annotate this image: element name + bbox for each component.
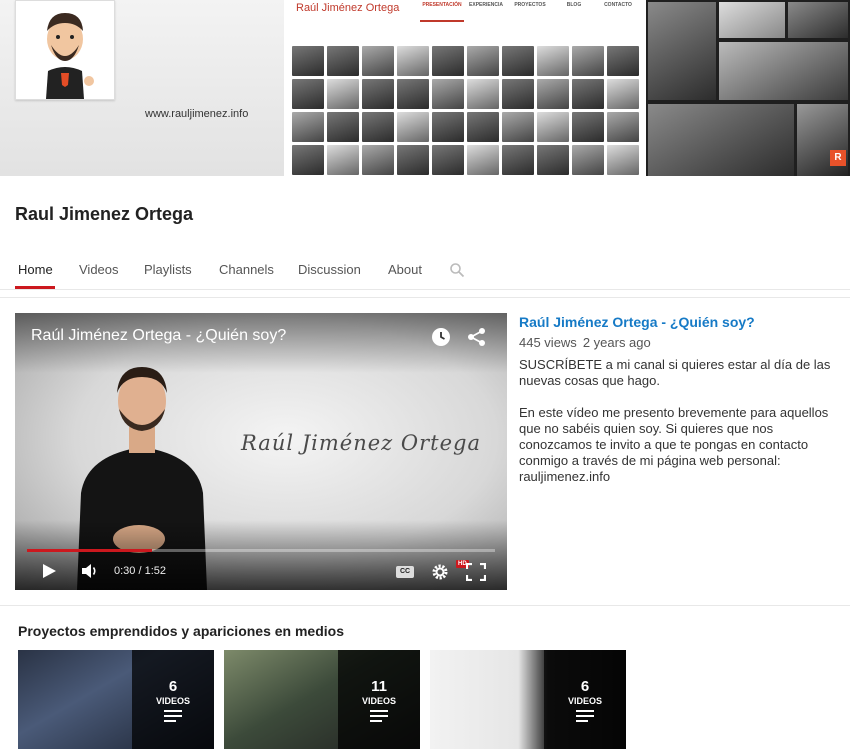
tab-channels[interactable]: Channels: [219, 262, 274, 277]
fullscreen-icon[interactable]: [465, 562, 487, 586]
playlist-card[interactable]: 6 VIDEOS: [18, 650, 214, 749]
play-icon[interactable]: [41, 563, 57, 584]
featured-video-description: SUSCRÍBETE a mi canal si quieres estar a…: [519, 357, 831, 484]
video-progress-bar[interactable]: [27, 549, 495, 552]
banner-photos-right: R: [646, 0, 850, 176]
featured-video-meta: 445 views 2 years ago: [519, 335, 839, 351]
tab-videos[interactable]: Videos: [79, 262, 119, 277]
tab-playlists[interactable]: Playlists: [144, 262, 192, 277]
banner-site-nav-item: CONTACTO: [604, 2, 632, 8]
playlist-videos-label: VIDEOS: [567, 696, 602, 706]
video-progress-fill: [27, 549, 152, 552]
featured-video-info: Raúl Jiménez Ortega - ¿Quién soy? 445 vi…: [519, 313, 839, 485]
active-tab-indicator: [15, 286, 55, 289]
upload-age: 2 years ago: [582, 335, 651, 350]
playlist-icon: [164, 710, 182, 722]
channel-title: Raul Jimenez Ortega: [15, 204, 194, 224]
volume-icon[interactable]: [81, 563, 99, 584]
banner-site-nav-item: PRESENTACIÓN: [420, 2, 464, 22]
playlist-count-overlay: 6 VIDEOS: [544, 650, 626, 749]
banner-url: www.rauljimenez.info: [145, 108, 249, 120]
banner-left-panel: www.rauljimenez.info: [0, 0, 284, 176]
banner-site-title: Raúl Jiménez Ortega: [296, 2, 400, 14]
featured-video-title[interactable]: Raúl Jiménez Ortega - ¿Quién soy?: [519, 313, 839, 331]
captions-button[interactable]: CC: [396, 566, 414, 578]
watch-later-icon[interactable]: [431, 327, 451, 352]
channel-tabs: Home Videos Playlists Channels Discussio…: [0, 252, 850, 290]
playlist-video-count: 6: [580, 678, 590, 695]
banner-badge: R: [830, 150, 846, 166]
tab-home[interactable]: Home: [18, 262, 53, 277]
playlist-count-overlay: 6 VIDEOS: [132, 650, 214, 749]
video-player-title[interactable]: Raúl Jiménez Ortega - ¿Quién soy?: [31, 327, 286, 345]
playlist-icon: [576, 710, 594, 722]
banner-site-nav: PRESENTACIÓN EXPERIENCIA PROYECTOS BLOG …: [420, 2, 640, 22]
playlist-card[interactable]: 6 VIDEOS: [430, 650, 626, 749]
playlist-video-count: 6: [168, 678, 178, 695]
banner-site-nav-item: BLOG: [566, 2, 582, 8]
banner-photo-grid: [292, 46, 642, 176]
video-overlay-signature: Raúl Jiménez Ortega: [241, 431, 481, 455]
divider: [0, 297, 850, 298]
banner-site-nav-item: EXPERIENCIA: [469, 2, 503, 8]
settings-gear-icon[interactable]: [431, 563, 449, 586]
banner-site-nav-item: PROYECTOS: [514, 2, 546, 8]
banner-website-preview: Raúl Jiménez Ortega PRESENTACIÓN EXPERIE…: [284, 0, 646, 176]
tab-discussion[interactable]: Discussion: [298, 262, 361, 277]
share-icon[interactable]: [467, 327, 487, 352]
video-time-display: 0:30 / 1:52: [114, 565, 166, 577]
playlist-card[interactable]: 11 VIDEOS: [224, 650, 420, 749]
search-icon[interactable]: [449, 262, 465, 278]
playlist-count-overlay: 11 VIDEOS: [338, 650, 420, 749]
tab-about[interactable]: About: [388, 262, 422, 277]
avatar[interactable]: [15, 0, 115, 100]
playlist-videos-label: VIDEOS: [155, 696, 190, 706]
video-player[interactable]: Raúl Jiménez Ortega Raúl Jiménez Ortega …: [15, 313, 507, 590]
shelf-title[interactable]: Proyectos emprendidos y apariciones en m…: [18, 623, 344, 639]
view-count: 445 views: [519, 335, 577, 350]
playlist-icon: [370, 710, 388, 722]
playlist-video-count: 11: [371, 678, 387, 695]
channel-banner: www.rauljimenez.info Raúl Jiménez Ortega…: [0, 0, 850, 176]
playlist-videos-label: VIDEOS: [361, 696, 396, 706]
divider: [0, 605, 850, 606]
